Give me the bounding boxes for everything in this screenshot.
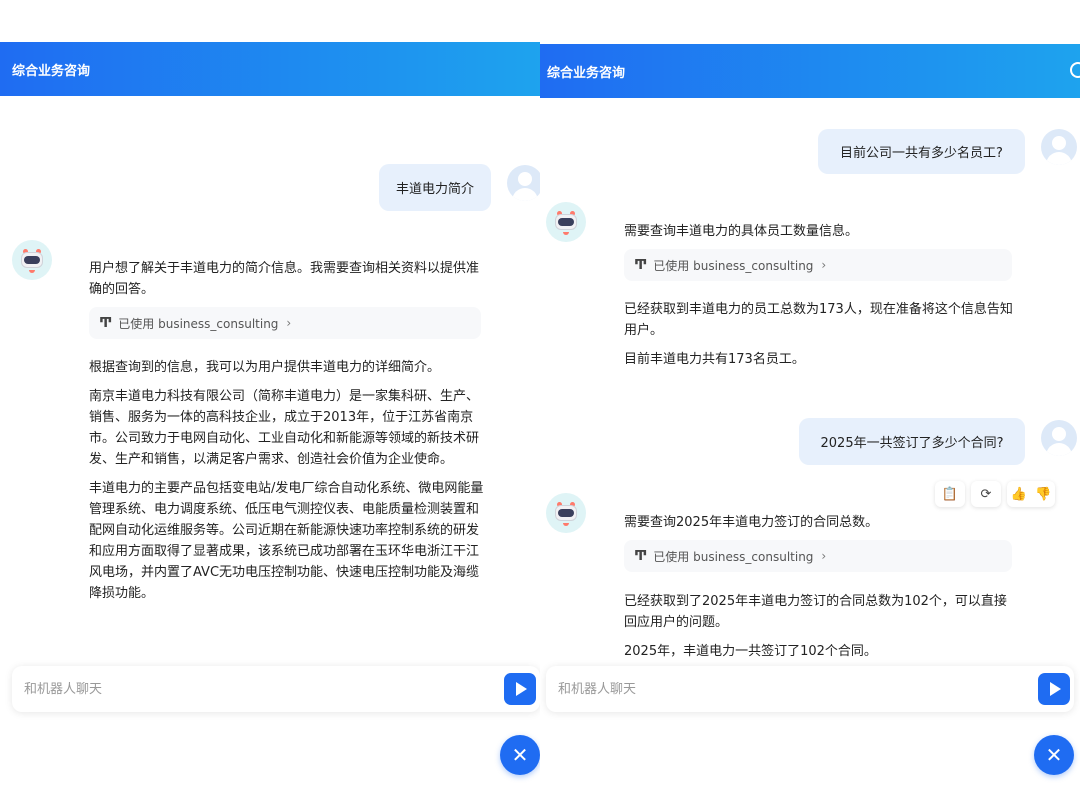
- user-avatar: [1041, 420, 1077, 456]
- header-title: 综合业务咨询: [12, 63, 91, 79]
- message-actions: 📋 ⟳ 👍 👎: [935, 481, 1055, 507]
- user-message-text: 目前公司一共有多少名员工?: [840, 146, 1003, 161]
- bot-thought: 需要查询2025年丰道电力签订的合同总数。: [624, 512, 1019, 541]
- chat-input-bar: [12, 666, 540, 712]
- bot-thought-text: 需要查询丰道电力的具体员工数量信息。: [624, 224, 859, 239]
- chevron-right-icon: ›: [821, 549, 827, 563]
- tool-usage-pill[interactable]: Ͳ 已使用 business_consulting ›: [624, 249, 1012, 281]
- bot-response: 根据查询到的信息，我可以为用户提供丰道电力的详细简介。 南京丰道电力科技有限公司…: [89, 357, 485, 612]
- bot-paragraph: 2025年，丰道电力一共签订了102个合同。: [624, 644, 877, 659]
- bot-response: 已经获取到丰道电力的员工总数为173人，现在准备将这个信息告知用户。 目前丰道电…: [624, 299, 1019, 378]
- copy-icon: 📋: [941, 486, 959, 502]
- tool-usage-pill[interactable]: Ͳ 已使用 business_consulting ›: [624, 540, 1012, 572]
- user-message-bubble: 丰道电力简介: [379, 164, 491, 211]
- refresh-icon[interactable]: [1070, 62, 1080, 78]
- bot-response: 已经获取到了2025年丰道电力签订的合同总数为102个，可以直接回应用户的问题。…: [624, 591, 1019, 670]
- close-chat-button[interactable]: ✕: [500, 735, 540, 775]
- chat-header: 综合业务咨询: [540, 44, 1080, 98]
- tool-icon: Ͳ: [99, 315, 113, 331]
- chat-header: 综合业务咨询: [0, 42, 540, 96]
- chat-panel-left: 综合业务咨询 丰道电力简介 用户想了解关于丰道电力的简介信息。我需要查询相关资料…: [0, 0, 540, 810]
- bot-avatar: [546, 493, 586, 533]
- bot-paragraph: 已经获取到丰道电力的员工总数为173人，现在准备将这个信息告知用户。: [624, 302, 1013, 338]
- bot-paragraph: 丰道电力的主要产品包括变电站/发电厂综合自动化系统、微电网能量管理系统、电力调度…: [89, 481, 484, 601]
- user-message-text: 丰道电力简介: [395, 182, 474, 197]
- chat-input-bar: [546, 666, 1074, 712]
- regenerate-button[interactable]: ⟳: [971, 481, 1001, 507]
- bot-paragraph: 已经获取到了2025年丰道电力签订的合同总数为102个，可以直接回应用户的问题。: [624, 594, 1007, 630]
- send-button[interactable]: [504, 673, 536, 705]
- close-icon: ✕: [511, 743, 529, 767]
- bot-thought-text: 用户想了解关于丰道电力的简介信息。我需要查询相关资料以提供准确的回答。: [89, 261, 480, 297]
- user-avatar: [1041, 129, 1077, 165]
- send-icon: [1050, 682, 1061, 696]
- bot-thought: 用户想了解关于丰道电力的简介信息。我需要查询相关资料以提供准确的回答。: [89, 258, 481, 308]
- bot-paragraph: 目前丰道电力共有173名员工。: [624, 352, 805, 367]
- thumbs-up-icon[interactable]: 👍: [1011, 487, 1027, 502]
- bot-thought-text: 需要查询2025年丰道电力签订的合同总数。: [624, 515, 879, 530]
- bot-thought: 需要查询丰道电力的具体员工数量信息。: [624, 221, 1019, 250]
- feedback-buttons: 👍 👎: [1007, 481, 1055, 507]
- bot-paragraph: 南京丰道电力科技有限公司（简称丰道电力）是一家集科研、生产、销售、服务为一体的高…: [89, 389, 480, 467]
- user-message-bubble: 目前公司一共有多少名员工?: [818, 129, 1025, 174]
- tool-icon: Ͳ: [634, 257, 648, 273]
- send-icon: [516, 682, 527, 696]
- bot-avatar: [546, 202, 586, 242]
- tool-usage-label: 已使用 business_consulting: [653, 258, 814, 273]
- thumbs-down-icon[interactable]: 👎: [1035, 487, 1051, 502]
- tool-usage-label: 已使用 business_consulting: [118, 316, 279, 331]
- chevron-right-icon: ›: [286, 316, 292, 330]
- copy-button[interactable]: 📋: [935, 481, 965, 507]
- close-icon: ✕: [1045, 743, 1063, 767]
- chevron-right-icon: ›: [821, 258, 827, 272]
- close-chat-button[interactable]: ✕: [1034, 735, 1074, 775]
- regenerate-icon: ⟳: [980, 486, 992, 502]
- chat-input[interactable]: [558, 681, 1074, 697]
- bot-paragraph: 根据查询到的信息，我可以为用户提供丰道电力的详细简介。: [89, 360, 441, 375]
- tool-usage-pill[interactable]: Ͳ 已使用 business_consulting ›: [89, 307, 481, 339]
- user-message-bubble: 2025年一共签订了多少个合同?: [799, 418, 1025, 465]
- user-avatar: [507, 165, 540, 201]
- bot-avatar: [12, 240, 52, 280]
- send-button[interactable]: [1038, 673, 1070, 705]
- chat-panel-right: 综合业务咨询 目前公司一共有多少名员工? 需要查询丰道电力的具体员工数量信息。 …: [540, 0, 1080, 810]
- header-title: 综合业务咨询: [547, 65, 626, 81]
- user-message-text: 2025年一共签订了多少个合同?: [820, 436, 1004, 451]
- tool-usage-label: 已使用 business_consulting: [653, 549, 814, 564]
- chat-input[interactable]: [24, 681, 540, 697]
- tool-icon: Ͳ: [634, 548, 648, 564]
